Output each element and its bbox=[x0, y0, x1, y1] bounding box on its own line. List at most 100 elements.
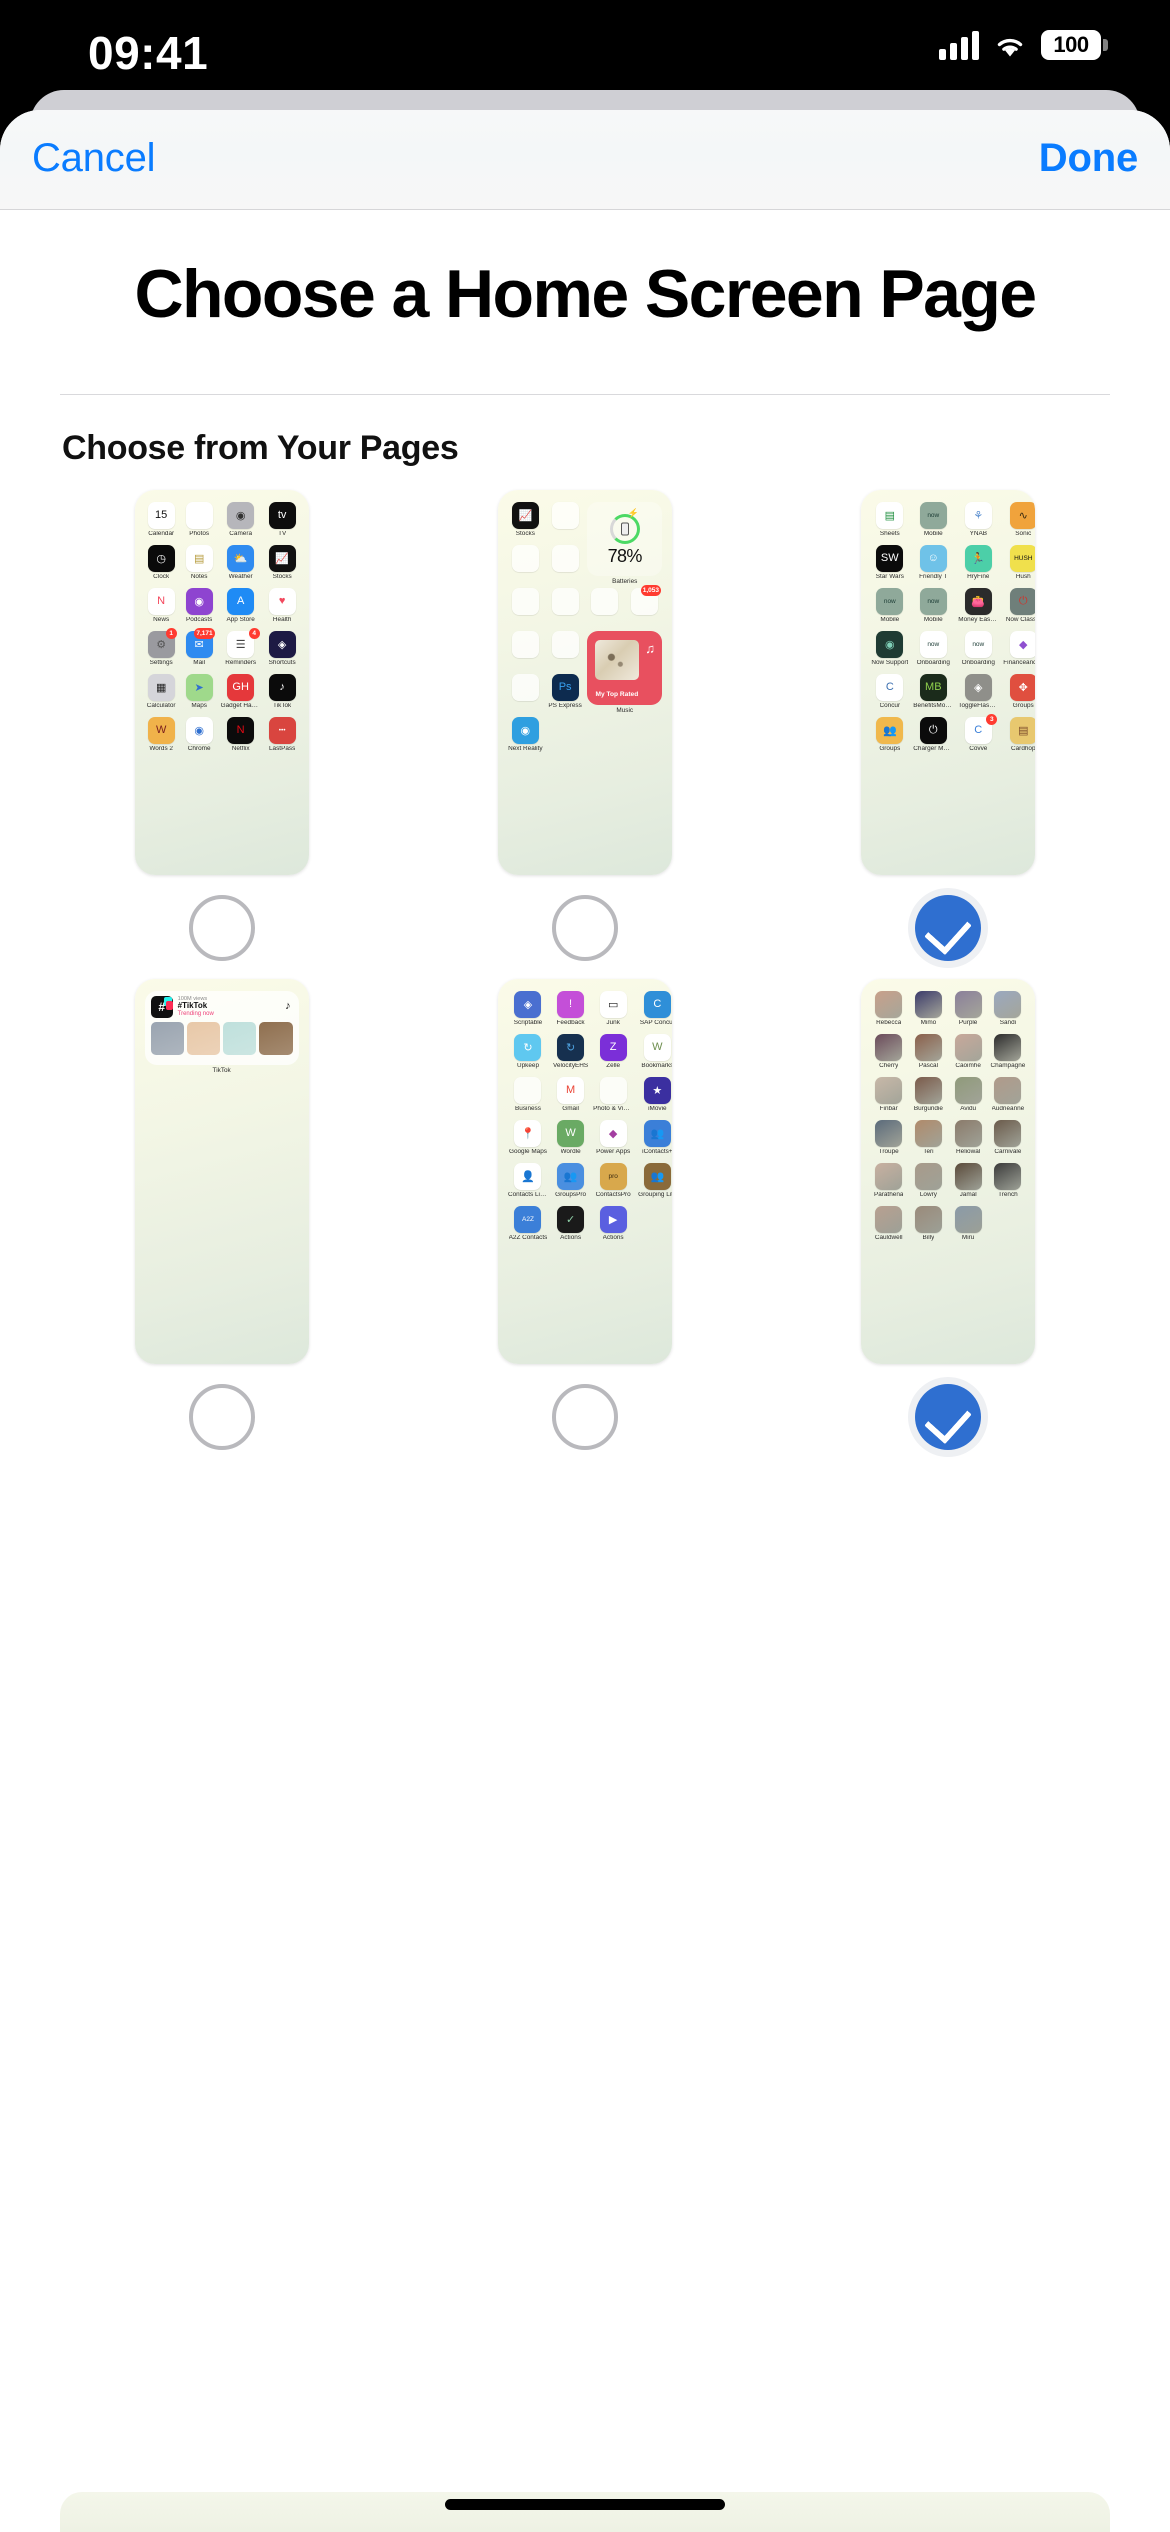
home-screen-app[interactable]: ▤ Sheets bbox=[871, 501, 908, 544]
contact-photo[interactable] bbox=[954, 1119, 982, 1147]
home-screen-app[interactable]: Miru bbox=[951, 1205, 986, 1248]
page-option[interactable]: 15 Calendar ❋ Photos ◉ Camera tv TV ◷ Clock ▤ Notes… bbox=[40, 489, 403, 965]
home-screen-app[interactable]: ▦ Calculator bbox=[145, 673, 178, 716]
home-screen-app[interactable]: ⚘ YNAB bbox=[958, 501, 998, 544]
home-screen-app[interactable]: Heliowal bbox=[951, 1119, 986, 1162]
clock-icon[interactable]: ◷ bbox=[147, 544, 175, 572]
home-screen-app[interactable]: Ps PS Express bbox=[548, 673, 583, 716]
contact-photo[interactable] bbox=[875, 1033, 903, 1061]
page-option[interactable]: 📈 Stocks ⚡ 78% Batteries 1,053 ♫ My Top Rated Mu… bbox=[403, 489, 766, 965]
home-screen-app[interactable]: ★ iMovie bbox=[638, 1076, 672, 1119]
home-screen-app[interactable]: N News bbox=[145, 587, 178, 630]
finance-and-op-icon[interactable]: ◆ bbox=[1009, 630, 1036, 658]
home-screen-app[interactable]: ↻ Upkeep bbox=[508, 1033, 548, 1076]
home-screen-app[interactable]: 4 ☰ Reminders bbox=[221, 627, 261, 673]
notes-icon[interactable]: ▤ bbox=[185, 544, 213, 572]
page-radio-unselected[interactable] bbox=[551, 1383, 618, 1450]
contact-photo[interactable] bbox=[994, 1033, 1022, 1061]
folder-icon[interactable] bbox=[591, 587, 619, 615]
photo-video-folder-icon[interactable] bbox=[599, 1076, 627, 1104]
home-screen-app[interactable]: 👥 iContacts+ bbox=[638, 1119, 672, 1162]
home-screen-app[interactable]: ➤ Maps bbox=[183, 673, 216, 716]
junk-icon[interactable]: ▭ bbox=[599, 990, 627, 1018]
contact-photo[interactable] bbox=[914, 1205, 942, 1233]
bookmarks-icon[interactable]: W bbox=[643, 1033, 671, 1061]
home-screen-app[interactable]: ▤ Notes bbox=[183, 544, 216, 587]
folder-icon[interactable] bbox=[511, 630, 539, 658]
music-widget[interactable]: ♫ My Top Rated Music bbox=[587, 630, 662, 716]
home-screen-app[interactable]: Sandi bbox=[990, 990, 1025, 1033]
page-thumbnail[interactable]: 15 Calendar ❋ Photos ◉ Camera tv TV ◷ Clock ▤ Notes… bbox=[134, 489, 309, 875]
contact-photo[interactable] bbox=[914, 1076, 942, 1104]
home-screen-app[interactable]: ✥ Groups bbox=[1003, 673, 1036, 716]
home-screen-app[interactable]: 7,171 ✉ Mail bbox=[183, 627, 216, 673]
home-screen-app[interactable]: now Mobile bbox=[871, 587, 908, 630]
contact-photo[interactable] bbox=[914, 1033, 942, 1061]
home-screen-app[interactable]: ∿ Sonic bbox=[1003, 501, 1036, 544]
home-screen-app[interactable]: ◆ Power Apps bbox=[593, 1119, 633, 1162]
groups-icon[interactable]: 👥 bbox=[876, 716, 904, 744]
home-screen-app[interactable]: 📍 Google Maps bbox=[508, 1119, 548, 1162]
gmail-icon[interactable]: M bbox=[557, 1076, 585, 1104]
tiktok-widget[interactable]: #100M views #TikTok Trending now ♪ TikTok bbox=[144, 990, 299, 1076]
home-screen-app[interactable]: Rebecca bbox=[871, 990, 906, 1033]
icontacts-plus-icon[interactable]: 👥 bbox=[643, 1119, 671, 1147]
maps-icon[interactable]: ➤ bbox=[185, 673, 213, 701]
onboarding-icon[interactable]: now bbox=[919, 630, 947, 658]
home-screen-app[interactable]: 3 C Covve bbox=[958, 713, 998, 759]
home-screen-app[interactable]: Finbar bbox=[871, 1076, 906, 1119]
imovie-icon[interactable]: ★ bbox=[643, 1076, 671, 1104]
page-radio-unselected[interactable] bbox=[188, 894, 255, 961]
toggle-flash-icon[interactable]: ◈ bbox=[964, 673, 992, 701]
home-screen-app[interactable]: ▭ Junk bbox=[593, 990, 633, 1033]
home-screen-app[interactable]: ☺ Friendly T bbox=[913, 544, 953, 587]
home-screen-app[interactable]: C Concur bbox=[871, 673, 908, 716]
upkeep-icon[interactable]: ↻ bbox=[514, 1033, 542, 1061]
home-screen-app[interactable]: W Wordle bbox=[553, 1119, 588, 1162]
feedback-icon[interactable]: ! bbox=[557, 990, 585, 1018]
contact-photo[interactable] bbox=[954, 1076, 982, 1104]
contact-photo[interactable] bbox=[954, 990, 982, 1018]
home-screen-app[interactable]: M Gmail bbox=[553, 1076, 588, 1119]
camera-icon[interactable]: ◉ bbox=[227, 501, 255, 529]
apple-tv-icon[interactable]: tv bbox=[268, 501, 296, 529]
home-screen-app[interactable]: ◉ Chrome bbox=[183, 716, 216, 759]
folder-icon[interactable] bbox=[551, 587, 579, 615]
home-screen-app[interactable]: now Mobile bbox=[913, 587, 953, 630]
home-screen-app[interactable]: HUSH Hush bbox=[1003, 544, 1036, 587]
home-screen-app[interactable]: tv TV bbox=[266, 501, 299, 544]
home-screen-app[interactable]: Parathena bbox=[871, 1162, 906, 1205]
home-screen-app[interactable]: 📈 Stocks bbox=[266, 544, 299, 587]
home-screen-app[interactable]: ▶ Actions bbox=[593, 1205, 633, 1248]
home-screen-app[interactable]: ◈ToggleFlashAl... bbox=[958, 673, 998, 716]
zelle-icon[interactable]: Z bbox=[599, 1033, 627, 1061]
page-thumbnail[interactable]: ◈ Scriptable! Feedback ▭ Junk C SAP Concur ↻ Upk… bbox=[497, 978, 672, 1364]
scriptable-icon[interactable]: ◈ bbox=[514, 990, 542, 1018]
home-screen-app[interactable]: 15 Calendar bbox=[145, 501, 178, 544]
home-screen-app[interactable] bbox=[508, 587, 543, 630]
groups-icon[interactable]: ✥ bbox=[1009, 673, 1036, 701]
home-screen-app[interactable]: Cherry bbox=[871, 1033, 906, 1076]
contact-photo[interactable] bbox=[875, 1076, 903, 1104]
weather-icon[interactable]: ⛅ bbox=[227, 544, 255, 572]
page-option[interactable]: #100M views #TikTok Trending now ♪ TikTok bbox=[40, 978, 403, 1454]
contact-photo[interactable] bbox=[875, 1205, 903, 1233]
contact-photo[interactable] bbox=[954, 1205, 982, 1233]
page-option[interactable]: ◈ Scriptable! Feedback ▭ Junk C SAP Concur ↻ Upk… bbox=[403, 978, 766, 1454]
home-screen-app[interactable]: ◉ Next Reality bbox=[508, 716, 543, 759]
contact-photo[interactable] bbox=[994, 990, 1022, 1018]
home-screen-app[interactable] bbox=[548, 501, 583, 544]
now-support-icon[interactable]: ◉ bbox=[876, 630, 904, 658]
home-screen-app[interactable]: ↻ VelocityEHS bbox=[553, 1033, 588, 1076]
folder-icon[interactable] bbox=[551, 544, 579, 572]
home-screen-app[interactable]: 🏃 HryFine bbox=[958, 544, 998, 587]
stocks-icon[interactable]: 📈 bbox=[268, 544, 296, 572]
home-screen-app[interactable]: now Onboarding bbox=[913, 630, 953, 673]
page-thumbnail[interactable]: #100M views #TikTok Trending now ♪ TikTok bbox=[134, 978, 309, 1364]
folder-icon[interactable] bbox=[511, 587, 539, 615]
home-screen-app[interactable]: ◷ Clock bbox=[145, 544, 178, 587]
home-screen-app[interactable]: ♥ Health bbox=[266, 587, 299, 630]
home-screen-app[interactable]: now Onboarding bbox=[958, 630, 998, 673]
chrome-icon[interactable]: ◉ bbox=[185, 716, 213, 744]
home-screen-app[interactable]: Audrieanne bbox=[990, 1076, 1025, 1119]
